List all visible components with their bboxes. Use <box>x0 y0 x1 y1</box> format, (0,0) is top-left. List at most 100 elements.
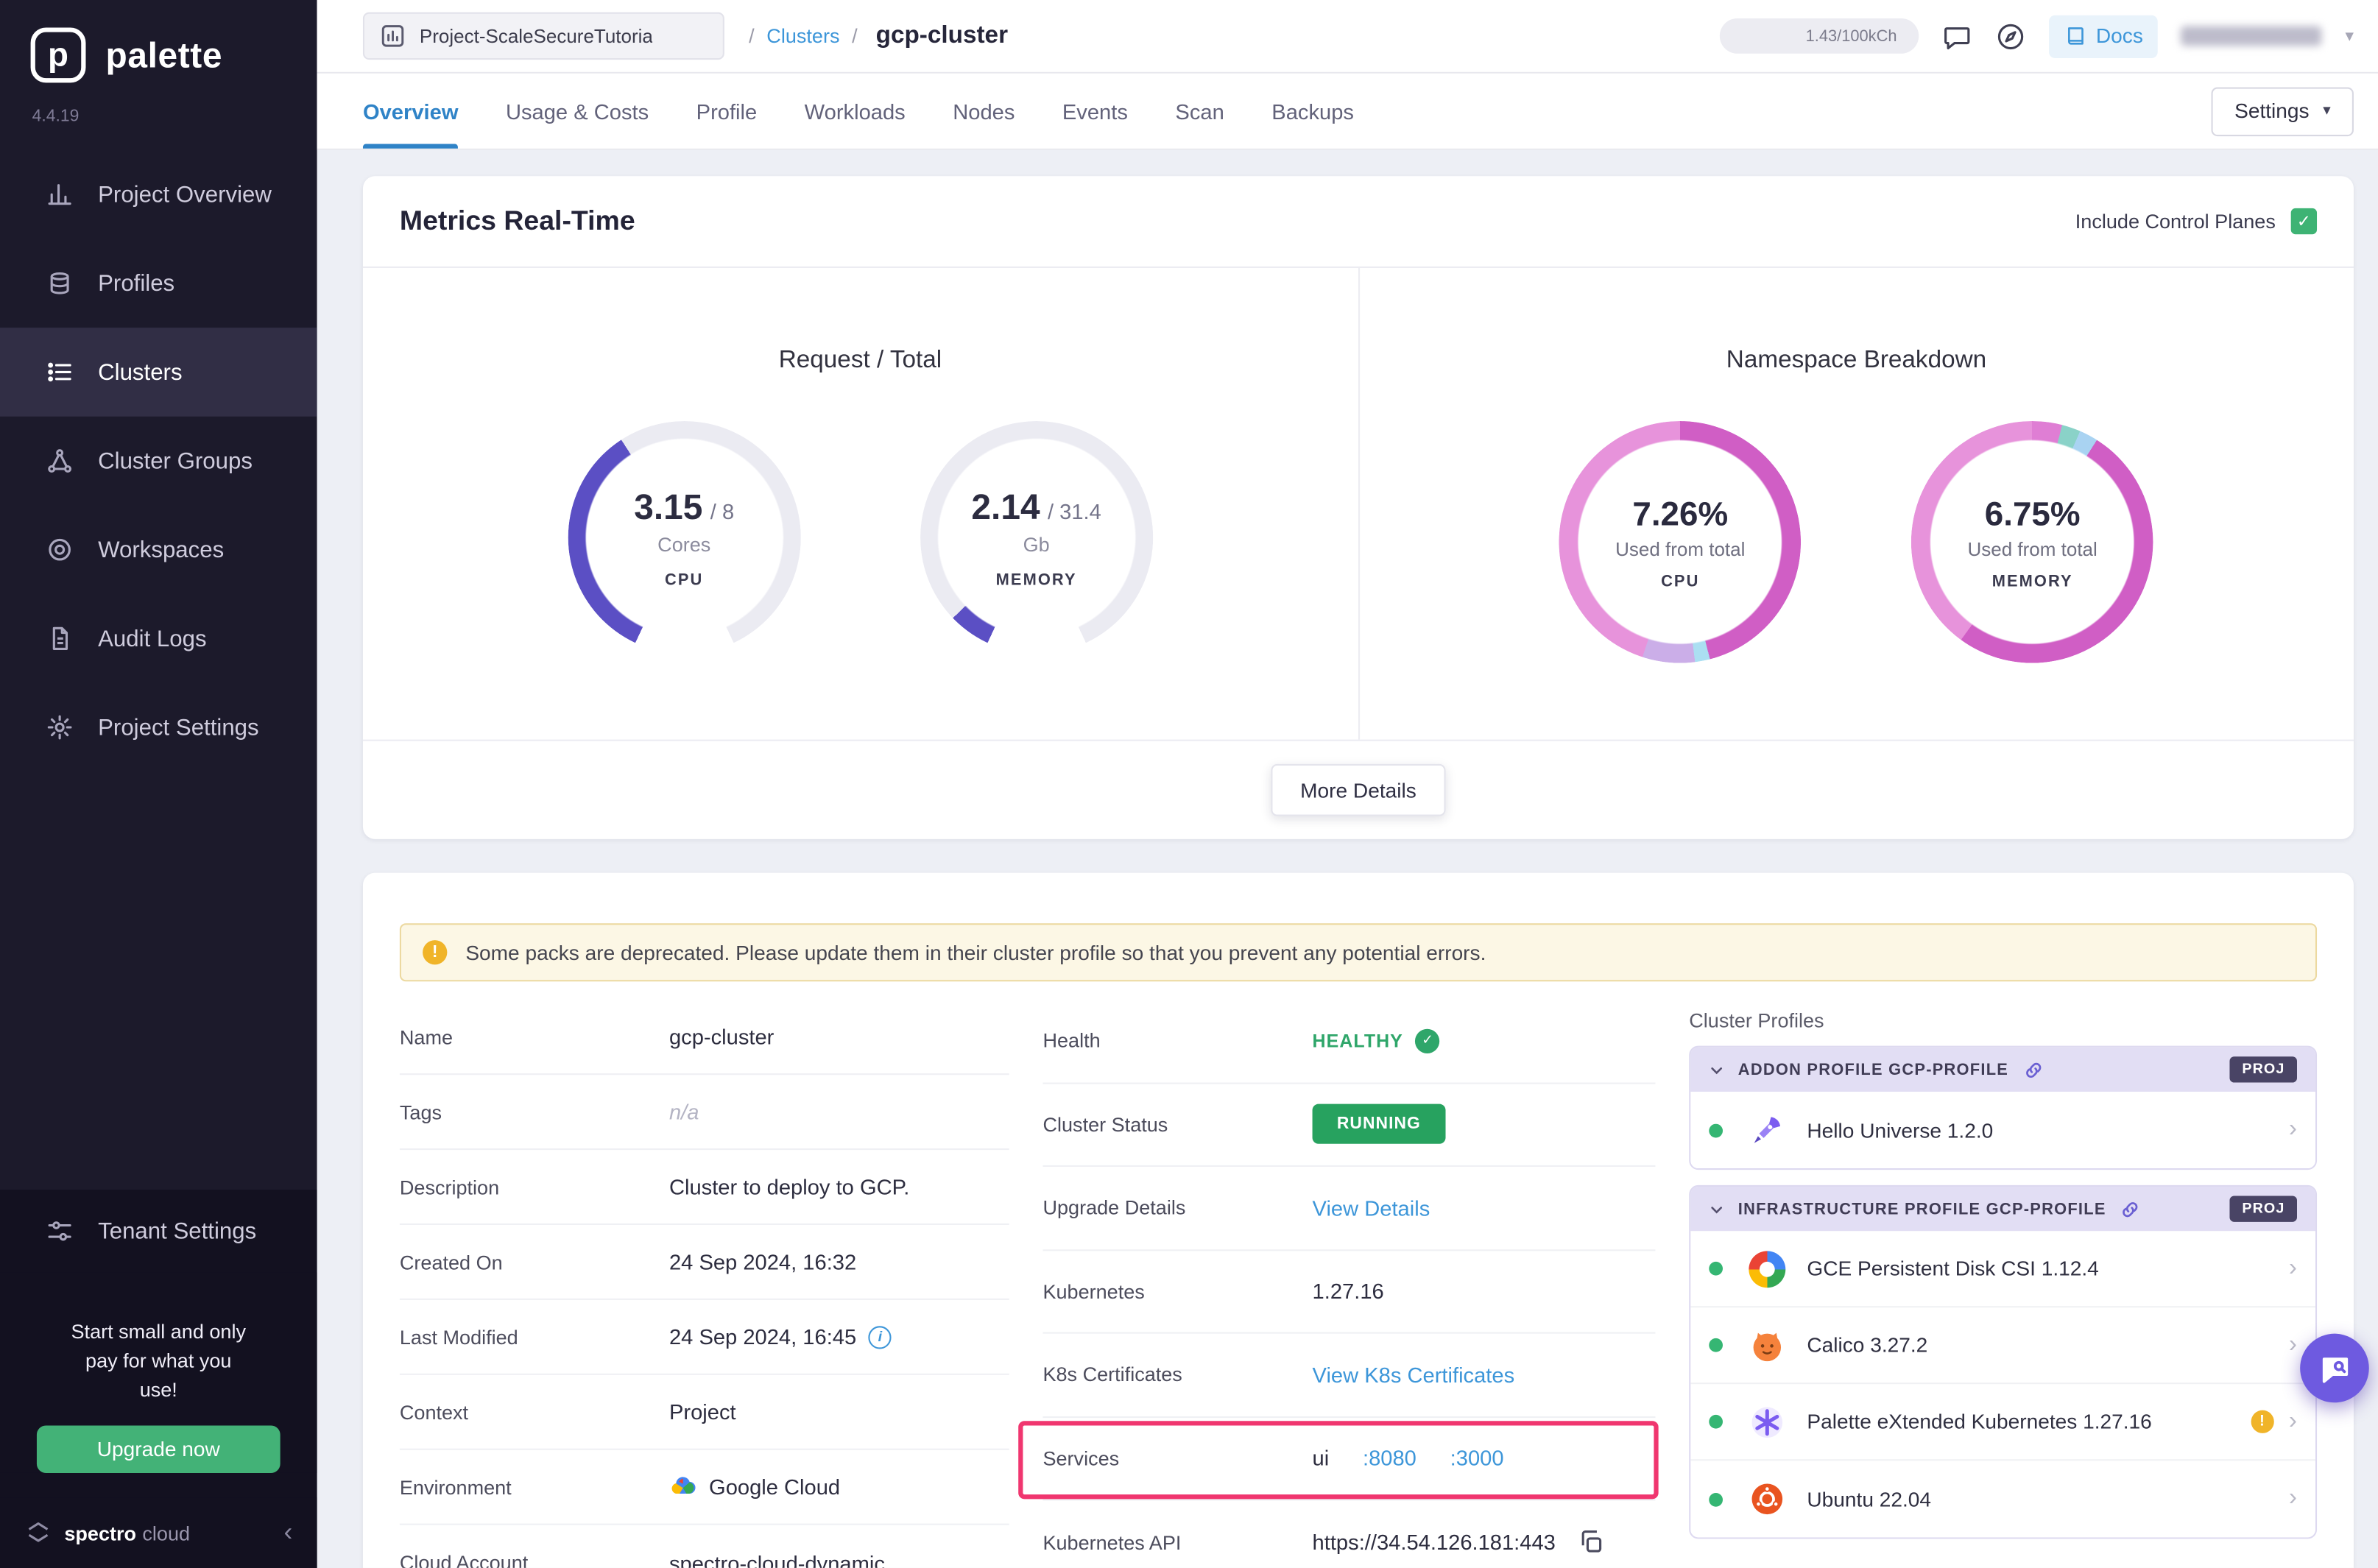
view-details-link[interactable]: View Details <box>1313 1196 1430 1220</box>
sidebar-item-label: Project Settings <box>98 714 259 740</box>
pack-warning-icon: ! <box>2251 1410 2273 1433</box>
google-cloud-icon <box>669 1473 696 1500</box>
sidebar-item-project-settings[interactable]: Project Settings <box>0 683 317 772</box>
view-k8s-certificates-link[interactable]: View K8s Certificates <box>1313 1363 1515 1387</box>
support-chat-fab[interactable] <box>2300 1334 2369 1403</box>
project-selector-label: Project-ScaleSecureTutoria <box>420 25 653 46</box>
addon-profile-group: ADDON PROFILE GCP-PROFILE PROJ Hello Uni… <box>1689 1046 2317 1170</box>
chevron-right-icon: › <box>2289 1408 2297 1435</box>
detail-label: Description <box>400 1175 669 1198</box>
status-row-cluster-status: Cluster Status RUNNING <box>1042 1084 1655 1167</box>
pack-row-gce-disk-csi[interactable]: GCE Persistent Disk CSI 1.12.4 › <box>1690 1231 2315 1307</box>
detail-label: Tags <box>400 1100 669 1123</box>
sidebar-item-clusters[interactable]: Clusters <box>0 328 317 417</box>
docs-link[interactable]: Docs <box>2048 15 2158 57</box>
detail-row-cloud-account: Cloud Account spectro-cloud-dynamic <box>400 1525 1009 1568</box>
health-status: HEALTHY <box>1313 1030 1403 1051</box>
tab-events[interactable]: Events <box>1062 74 1128 149</box>
ubuntu-icon <box>1749 1480 1785 1517</box>
deprecated-packs-warning: ! Some packs are deprecated. Please upda… <box>400 923 2317 981</box>
tab-usage-costs[interactable]: Usage & Costs <box>506 74 649 149</box>
promo-text: Start small and only pay for what you us… <box>37 1295 281 1406</box>
sidebar-item-audit-logs[interactable]: Audit Logs <box>0 594 317 683</box>
detail-row-created: Created On 24 Sep 2024, 16:32 <box>400 1225 1009 1300</box>
project-selector[interactable]: Project-ScaleSecureTutoria <box>363 13 724 60</box>
docs-label: Docs <box>2096 24 2143 47</box>
pack-row-ubuntu[interactable]: Ubuntu 22.04 › <box>1690 1461 2315 1537</box>
infrastructure-profile-header[interactable]: INFRASTRUCTURE PROFILE GCP-PROFILE PROJ <box>1690 1187 2315 1231</box>
detail-label: Cloud Account <box>400 1551 669 1568</box>
document-icon <box>46 625 73 652</box>
upgrade-now-button[interactable]: Upgrade now <box>37 1425 281 1472</box>
detail-label: Services <box>1042 1447 1312 1469</box>
namespace-breakdown-title: Namespace Breakdown <box>1359 347 2354 375</box>
more-details-button[interactable]: More Details <box>1271 764 1446 816</box>
pack-status-dot <box>1709 1338 1723 1352</box>
memory-gauge: 2.14 / 31.4 Gb MEMORY <box>915 421 1157 654</box>
link-icon <box>2022 1059 2044 1080</box>
service-port-8080-link[interactable]: :8080 <box>1363 1446 1416 1470</box>
detail-label: Health <box>1042 1029 1312 1052</box>
sidebar: p palette 4.4.19 Project Overview Profil… <box>0 0 317 1568</box>
chat-icon[interactable] <box>1941 21 1972 52</box>
layers-icon <box>46 269 73 297</box>
detail-row-name: Name gcp-cluster <box>400 1000 1009 1075</box>
tab-nodes[interactable]: Nodes <box>953 74 1015 149</box>
detail-value: Google Cloud <box>709 1475 840 1499</box>
pack-name: Ubuntu 22.04 <box>1807 1488 2289 1511</box>
tab-backups[interactable]: Backups <box>1271 74 1354 149</box>
pack-status-dot <box>1709 1123 1723 1137</box>
memory-gauge-caption: MEMORY <box>996 571 1077 589</box>
cpu-gauge-caption: CPU <box>665 571 703 589</box>
link-icon <box>2120 1198 2141 1220</box>
sidebar-item-project-overview[interactable]: Project Overview <box>0 150 317 239</box>
detail-row-tags: Tags n/a <box>400 1075 1009 1150</box>
detail-label: Cluster Status <box>1042 1113 1312 1136</box>
detail-label: Created On <box>400 1250 669 1273</box>
pack-row-hello-universe[interactable]: Hello Universe 1.2.0 › <box>1690 1092 2315 1168</box>
addon-profile-header[interactable]: ADDON PROFILE GCP-PROFILE PROJ <box>1690 1048 2315 1092</box>
running-badge: RUNNING <box>1313 1104 1446 1144</box>
chevron-down-icon <box>1709 1062 1724 1077</box>
service-port-3000-link[interactable]: :3000 <box>1450 1446 1504 1470</box>
detail-value: spectro-cloud-dynamic <box>669 1550 1009 1568</box>
detail-label: Context <box>400 1400 669 1423</box>
user-name-redacted[interactable] <box>2181 26 2322 46</box>
compass-icon[interactable] <box>1995 21 2026 52</box>
bar-chart-icon <box>46 180 73 208</box>
status-row-health: Health HEALTHY ✓ <box>1042 1000 1655 1083</box>
collapse-sidebar-icon[interactable]: ‹ <box>283 1517 292 1548</box>
tab-overview[interactable]: Overview <box>363 74 459 149</box>
user-menu-chevron-icon[interactable]: ▾ <box>2345 26 2354 46</box>
detail-label: Kubernetes API <box>1042 1530 1312 1553</box>
cpu-gauge: 3.15 / 8 Cores CPU <box>563 421 805 654</box>
palette-logo-glyph: p <box>48 35 68 75</box>
copy-icon[interactable] <box>1577 1528 1604 1555</box>
sidebar-item-tenant-settings[interactable]: Tenant Settings <box>0 1190 317 1273</box>
sidebar-item-label: Project Overview <box>98 181 272 207</box>
pack-row-palette-extended-kubernetes[interactable]: Palette eXtended Kubernetes 1.27.16 ! › <box>1690 1384 2315 1461</box>
sidebar-item-workspaces[interactable]: Workspaces <box>0 505 317 594</box>
pack-status-dot <box>1709 1262 1723 1276</box>
detail-row-environment: Environment Google Cloud <box>400 1450 1009 1525</box>
detail-label: Name <box>400 1025 669 1048</box>
sidebar-item-label: Audit Logs <box>98 626 206 651</box>
sidebar-item-profiles[interactable]: Profiles <box>0 239 317 328</box>
tab-scan[interactable]: Scan <box>1175 74 1224 149</box>
cluster-profiles-title: Cluster Profiles <box>1689 1000 2317 1032</box>
pack-row-calico[interactable]: Calico 3.27.2 › <box>1690 1307 2315 1384</box>
brand: p palette <box>0 0 317 85</box>
tab-workloads[interactable]: Workloads <box>805 74 906 149</box>
chevron-down-icon <box>1709 1201 1724 1217</box>
chevron-right-icon: › <box>2289 1332 2297 1359</box>
info-icon[interactable]: i <box>869 1325 892 1348</box>
include-control-planes-checkbox[interactable]: ✓ <box>2291 208 2317 234</box>
detail-row-modified: Last Modified 24 Sep 2024, 16:45 i <box>400 1300 1009 1375</box>
breadcrumb-clusters-link[interactable]: Clusters <box>766 24 839 47</box>
tab-profile[interactable]: Profile <box>696 74 758 149</box>
settings-button[interactable]: Settings ▾ <box>2212 87 2354 136</box>
warning-icon: ! <box>423 940 447 964</box>
gce-disk-icon <box>1749 1250 1785 1287</box>
page-title: gcp-cluster <box>876 22 1008 49</box>
sidebar-item-cluster-groups[interactable]: Cluster Groups <box>0 417 317 506</box>
